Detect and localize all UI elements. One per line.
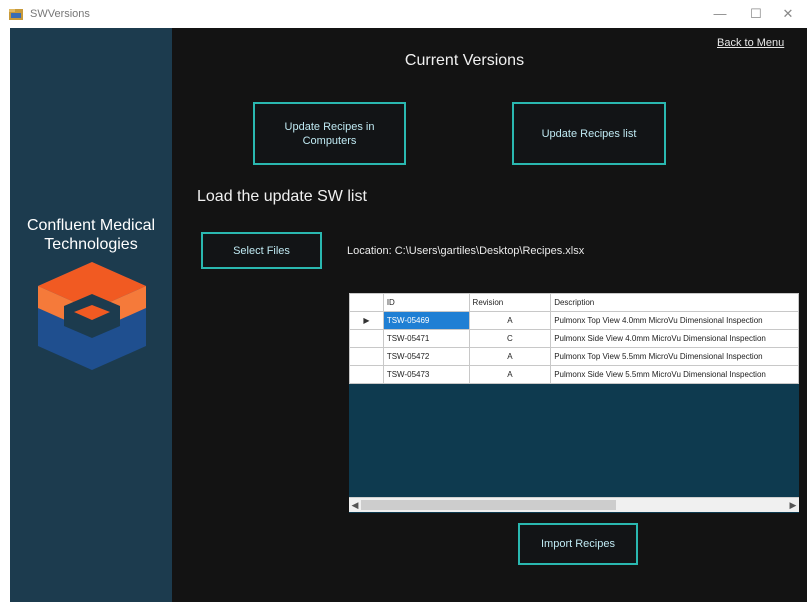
row-header [349,347,384,366]
back-to-menu-link[interactable]: Back to Menu [717,37,784,49]
table-row[interactable]: TSW-05471 C Pulmonx Side View 4.0mm Micr… [349,329,799,348]
maximize-button[interactable]: ☐ [742,4,770,24]
main-panel: Back to Menu Current Versions Update Rec… [172,28,807,602]
cell-description[interactable]: Pulmonx Top View 4.0mm MicroVu Dimension… [550,311,799,330]
row-header-corner [349,293,384,312]
table-row[interactable]: ▶ TSW-05469 A Pulmonx Top View 4.0mm Mic… [349,311,799,330]
location-path: C:\Users\gartiles\Desktop\Recipes.xlsx [394,245,585,257]
cell-revision[interactable]: A [468,311,552,330]
window-title: SWVersions [30,8,90,20]
column-header-id[interactable]: ID [382,293,470,312]
app-icon [9,9,23,20]
row-header [349,365,384,384]
column-header-description[interactable]: Description [550,293,799,312]
location-label: Location: [347,245,392,257]
company-name: Confluent Medical Technologies [10,216,172,254]
update-recipes-list-button[interactable]: Update Recipes list [512,102,666,165]
sidebar: Confluent Medical Technologies [10,28,172,602]
cell-id[interactable]: TSW-05472 [382,347,470,366]
load-section-title: Load the update SW list [197,188,367,205]
table-header-row: ID Revision Description [349,293,799,312]
cell-revision[interactable]: A [468,347,552,366]
cell-id[interactable]: TSW-05471 [382,329,470,348]
cell-revision[interactable]: A [468,365,552,384]
cell-description[interactable]: Pulmonx Top View 5.5mm MicroVu Dimension… [550,347,799,366]
recipes-table: ID Revision Description ▶ TSW-05469 A Pu… [349,293,799,384]
current-row-arrow-icon: ▶ [349,311,384,330]
page-title: Current Versions [404,52,525,69]
company-logo-icon [38,262,146,370]
location-text: Location: C:\Users\gartiles\Desktop\Reci… [347,245,584,257]
column-header-revision[interactable]: Revision [468,293,552,312]
company-name-line2: Technologies [44,236,138,253]
select-files-button[interactable]: Select Files [201,232,322,269]
minimize-button[interactable]: — [706,4,734,24]
table-row[interactable]: TSW-05473 A Pulmonx Side View 5.5mm Micr… [349,365,799,384]
update-recipes-in-computers-button[interactable]: Update Recipes in Computers [253,102,406,165]
cell-description[interactable]: Pulmonx Side View 5.5mm MicroVu Dimensio… [550,365,799,384]
horizontal-scrollbar[interactable]: ◀ ▶ [349,497,799,512]
row-header [349,329,384,348]
cell-description[interactable]: Pulmonx Side View 4.0mm MicroVu Dimensio… [550,329,799,348]
import-recipes-button[interactable]: Import Recipes [518,523,638,565]
window-titlebar: SWVersions — ☐ ✕ [0,0,807,28]
recipes-grid[interactable]: ID Revision Description ▶ TSW-05469 A Pu… [349,293,799,513]
cell-id[interactable]: TSW-05473 [382,365,470,384]
cell-id[interactable]: TSW-05469 [382,311,470,330]
scroll-right-icon[interactable]: ▶ [787,498,799,512]
company-name-line1: Confluent Medical [26,217,156,234]
scroll-left-icon[interactable]: ◀ [349,498,361,512]
close-button[interactable]: ✕ [774,4,802,24]
scrollbar-thumb[interactable] [361,500,616,510]
table-row[interactable]: TSW-05472 A Pulmonx Top View 5.5mm Micro… [349,347,799,366]
cell-revision[interactable]: C [468,329,552,348]
